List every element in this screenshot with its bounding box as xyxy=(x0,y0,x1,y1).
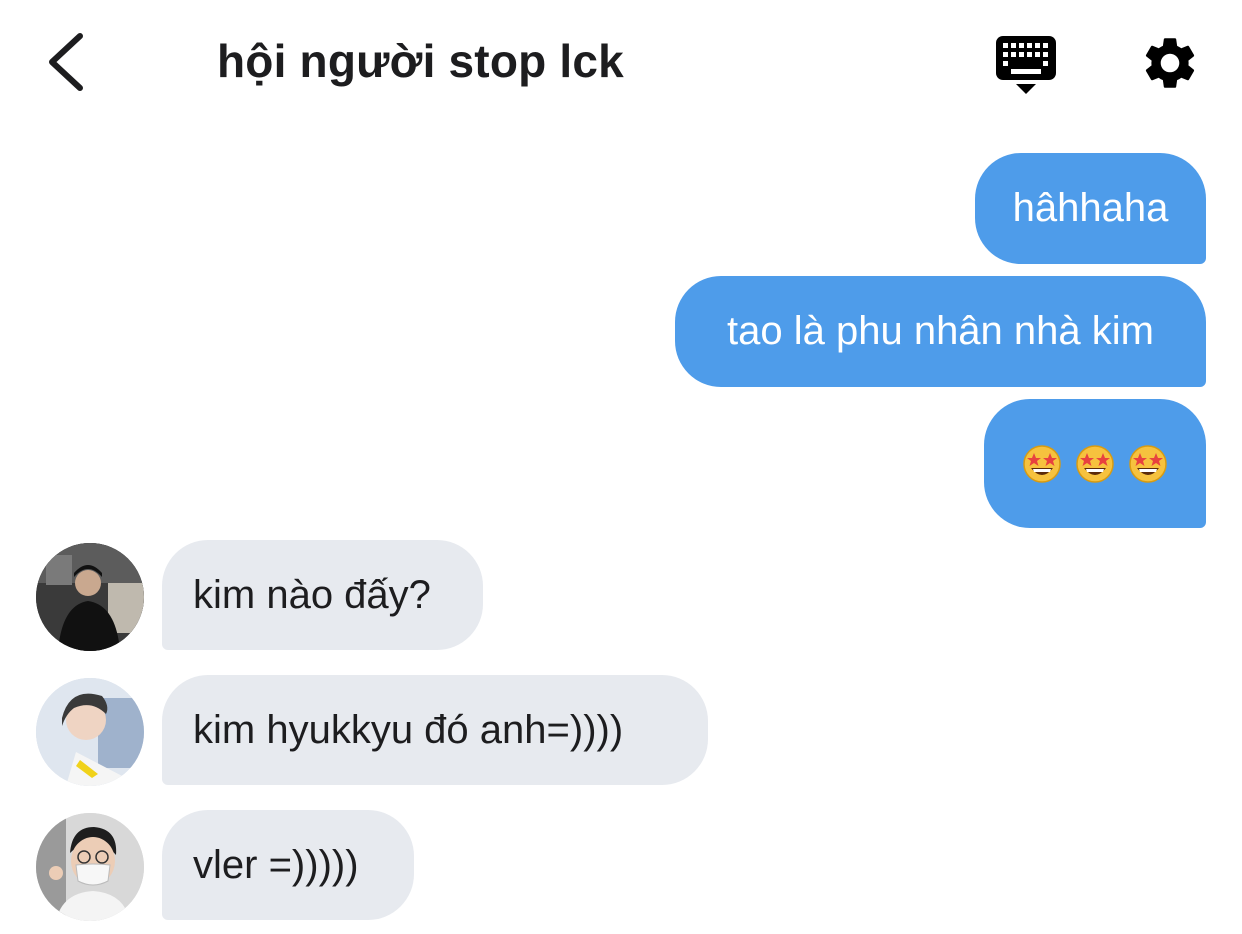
message-text: tao là phu nhân nhà kim xyxy=(727,309,1154,353)
star-struck-emoji-icon xyxy=(1023,444,1061,483)
avatar[interactable] xyxy=(36,813,144,921)
outgoing-message[interactable] xyxy=(984,399,1206,528)
keyboard-icon xyxy=(996,36,1056,94)
user-avatar-1-icon xyxy=(36,543,144,651)
outgoing-message[interactable]: tao là phu nhân nhà kim xyxy=(675,276,1206,387)
keyboard-button[interactable] xyxy=(994,34,1058,96)
incoming-message[interactable]: vler =))))) xyxy=(162,810,414,920)
star-struck-emoji-icon xyxy=(1129,444,1167,483)
incoming-message[interactable]: kim hyukkyu đó anh=)))) xyxy=(162,675,708,785)
star-struck-emoji-icon xyxy=(1076,444,1114,483)
user-avatar-3-icon xyxy=(36,813,144,921)
user-avatar-2-icon xyxy=(36,678,144,786)
chat-screen: hội người stop lck hâhhaha tao là phu nh… xyxy=(0,0,1242,934)
gear-icon xyxy=(1145,38,1195,88)
settings-button[interactable] xyxy=(1139,32,1201,94)
message-text: hâhhaha xyxy=(1012,186,1169,230)
emoji-row xyxy=(1022,444,1168,484)
message-text: kim hyukkyu đó anh=)))) xyxy=(193,707,624,752)
chat-title: hội người stop lck xyxy=(217,35,624,87)
chevron-left-icon xyxy=(49,33,83,91)
incoming-message[interactable]: kim nào đấy? xyxy=(162,540,483,650)
avatar[interactable] xyxy=(36,678,144,786)
message-text: kim nào đấy? xyxy=(193,572,431,617)
avatar[interactable] xyxy=(36,543,144,651)
back-button[interactable] xyxy=(40,30,100,94)
outgoing-message[interactable]: hâhhaha xyxy=(975,153,1206,264)
message-text: vler =))))) xyxy=(193,842,359,887)
